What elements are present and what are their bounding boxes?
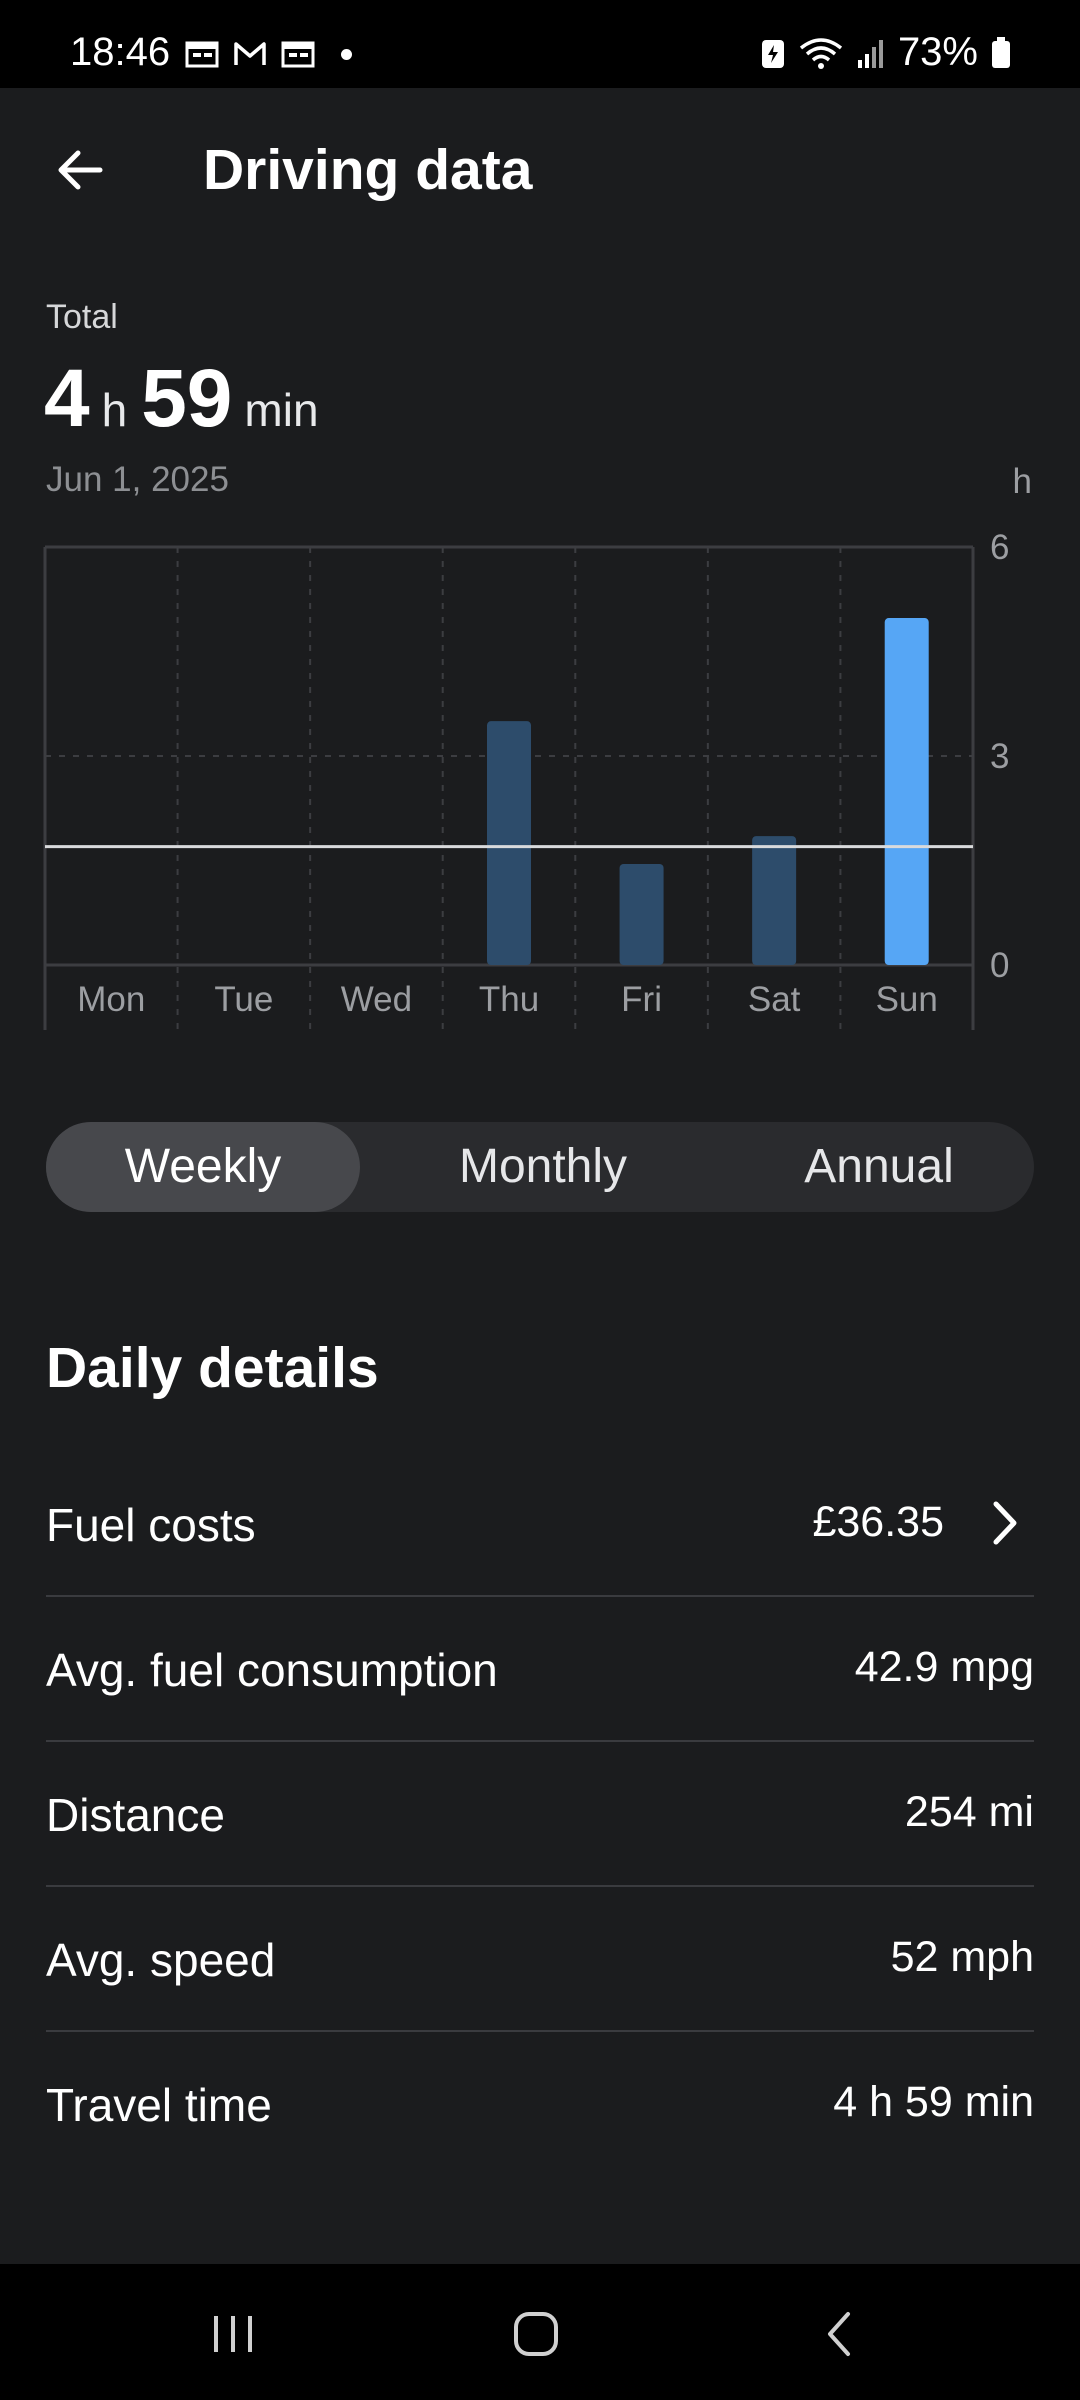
total-minutes-unit: min: [244, 384, 319, 436]
tab-annual[interactable]: Annual: [726, 1122, 1032, 1212]
battery-icon: [992, 36, 1010, 68]
detail-row-avg-fuel-consumption: Avg. fuel consumption 42.9 mpg: [46, 1595, 1034, 1742]
bar-fri: [619, 863, 664, 965]
detail-label: Avg. speed: [46, 1934, 276, 1986]
y-tick-label: 0: [990, 946, 1009, 985]
y-axis-unit: h: [1013, 462, 1032, 501]
x-tick-label: Wed: [341, 980, 412, 1019]
detail-row-avg-speed: Avg. speed 52 mph: [46, 1885, 1034, 2032]
x-tick-label: Sun: [876, 980, 938, 1019]
calendar-icon: [281, 41, 315, 68]
x-tick-label: Sat: [748, 980, 801, 1019]
back-button[interactable]: [40, 130, 120, 210]
total-value: 4 h 59 min: [44, 352, 333, 446]
tab-monthly[interactable]: Monthly: [390, 1122, 696, 1212]
x-tick-label: Fri: [621, 980, 662, 1019]
tab-weekly[interactable]: Weekly: [46, 1122, 360, 1212]
recents-icon: [214, 2316, 252, 2352]
status-right-icons: 73%: [760, 30, 1012, 75]
status-time: 18:46: [70, 30, 171, 74]
detail-value: 42.9 mpg: [854, 1643, 1034, 1691]
detail-label: Fuel costs: [46, 1499, 256, 1551]
total-hours-unit: h: [101, 384, 128, 436]
wifi-icon: [799, 37, 843, 69]
gmail-icon: [234, 42, 266, 65]
y-tick-label: 6: [990, 528, 1009, 567]
signal-icon: [857, 39, 883, 68]
bar-sat: [752, 836, 797, 965]
battery-percent: 73%: [897, 30, 978, 74]
status-left-icons: [185, 40, 352, 68]
detail-value: 254 mi: [904, 1788, 1034, 1836]
detail-label: Avg. fuel consumption: [46, 1644, 498, 1696]
detail-value: 52 mph: [890, 1933, 1034, 1981]
total-minutes: 59: [141, 353, 233, 444]
detail-value: 4 h 59 min: [833, 2078, 1034, 2126]
total-hours: 4: [44, 353, 90, 444]
x-tick-label: Mon: [77, 980, 145, 1019]
y-tick-label: 3: [990, 737, 1009, 776]
back-icon: [828, 2312, 850, 2356]
x-tick-label: Thu: [479, 980, 539, 1019]
page-title: Driving data: [203, 138, 533, 202]
bar-thu: [487, 721, 531, 965]
recents-button[interactable]: [193, 2294, 273, 2374]
notification-dot: [341, 48, 352, 60]
home-button[interactable]: [496, 2294, 576, 2374]
detail-label: Distance: [46, 1789, 225, 1841]
detail-label: Travel time: [46, 2079, 272, 2131]
system-nav-bar: [0, 2264, 1080, 2400]
detail-row-travel-time: Travel time 4 h 59 min: [46, 2030, 1034, 2175]
daily-details-title: Daily details: [46, 1336, 379, 1400]
period-selector: Weekly Monthly Annual: [46, 1122, 1034, 1212]
detail-value: £36.35: [812, 1498, 944, 1546]
driving-time-chart[interactable]: Mon Tue Wed Thu Fri Sat Sun 0 3 6h: [0, 455, 1080, 1035]
bar-sun: [884, 618, 929, 965]
detail-row-fuel-costs[interactable]: Fuel costs £36.35: [46, 1450, 1034, 1597]
nav-back-button[interactable]: [800, 2294, 880, 2374]
status-bar: 18:46 73%: [0, 0, 1080, 88]
detail-row-distance: Distance 254 mi: [46, 1740, 1034, 1887]
home-icon: [514, 2312, 558, 2356]
calendar-icon: [185, 41, 219, 68]
x-tick-label: Tue: [214, 980, 273, 1019]
battery-saver-icon: [761, 39, 784, 68]
arrow-left-icon: [58, 150, 103, 190]
total-label: Total: [46, 298, 118, 336]
chevron-right-icon: [993, 1501, 1017, 1545]
